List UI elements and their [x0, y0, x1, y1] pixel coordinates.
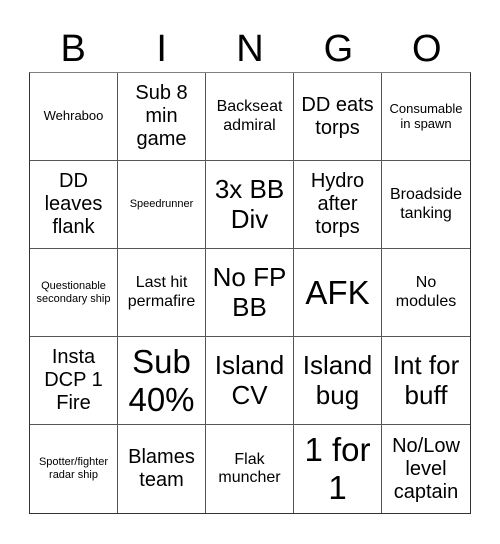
bingo-cell-label: Wehraboo — [43, 108, 104, 124]
bingo-cell-label: Hydro after torps — [310, 170, 365, 238]
bingo-cell[interactable]: Island CV — [206, 337, 294, 425]
bingo-cell-label: No FP BB — [212, 261, 287, 322]
bingo-cell-label: Backseat admiral — [216, 98, 283, 134]
bingo-cell[interactable]: Last hit permafire — [118, 249, 206, 337]
bingo-cell-label: 1 for 1 — [304, 431, 371, 506]
bingo-cell-label: AFK — [305, 273, 370, 311]
bingo-cell[interactable]: Broadside tanking — [382, 161, 470, 249]
bingo-cell[interactable]: Spotter/fighter radar ship — [30, 425, 118, 513]
bingo-cell[interactable]: No FP BB — [206, 249, 294, 337]
bingo-cell[interactable]: Backseat admiral — [206, 73, 294, 161]
bingo-cell-label: Insta DCP 1 Fire — [44, 346, 103, 414]
bingo-cell-label: DD leaves flank — [44, 170, 103, 238]
bingo-cell-label: No/Low level captain — [392, 434, 460, 503]
bingo-cell-label: Blames team — [128, 446, 195, 491]
bingo-cell-label: Consumable in spawn — [389, 100, 463, 131]
header-letter-i: I — [156, 28, 167, 70]
bingo-cell[interactable]: No modules — [382, 249, 470, 337]
bingo-cell[interactable]: DD eats torps — [294, 73, 382, 161]
bingo-cell-label: No modules — [395, 274, 457, 310]
bingo-cell[interactable]: Island bug — [294, 337, 382, 425]
bingo-cell-label: Int for buff — [392, 349, 460, 410]
bingo-cell[interactable]: Sub 8 min game — [118, 73, 206, 161]
bingo-cell-label: 3x BB Div — [214, 173, 285, 234]
bingo-cell-label: DD eats torps — [301, 93, 374, 139]
bingo-cell[interactable]: Questionable secondary ship — [30, 249, 118, 337]
bingo-cell[interactable]: Blames team — [118, 425, 206, 513]
bingo-cell-label: Questionable secondary ship — [36, 279, 111, 305]
bingo-cell-label: Island CV — [214, 349, 285, 410]
header-letter-o: O — [412, 28, 442, 70]
bingo-cell[interactable]: Wehraboo — [30, 73, 118, 161]
bingo-cell-label: Broadside tanking — [389, 186, 463, 222]
bingo-cell-label: Sub 40% — [128, 342, 195, 418]
bingo-cell-label: Island bug — [302, 349, 373, 410]
bingo-cell-label: Speedrunner — [129, 198, 194, 211]
bingo-grid: Wehraboo Sub 8 min game Backseat admiral DD… — [29, 72, 471, 514]
bingo-cell[interactable]: Sub 40% — [118, 337, 206, 425]
bingo-cell[interactable]: DD leaves flank — [30, 161, 118, 249]
bingo-cell[interactable]: No/Low level captain — [382, 425, 470, 513]
bingo-cell[interactable]: AFK — [294, 249, 382, 337]
bingo-cell[interactable]: Insta DCP 1 Fire — [30, 337, 118, 425]
header-letter-n: N — [236, 28, 264, 70]
header-letter-b: B — [60, 28, 86, 70]
bingo-cell[interactable]: Flak muncher — [206, 425, 294, 513]
bingo-cell-label: Sub 8 min game — [135, 82, 188, 150]
bingo-header: B I N G O — [29, 26, 471, 72]
bingo-cell[interactable]: Consumable in spawn — [382, 73, 470, 161]
header-letter-g: G — [323, 28, 354, 70]
bingo-cell-label: Last hit permafire — [127, 274, 196, 310]
bingo-cell[interactable]: Int for buff — [382, 337, 470, 425]
bingo-cell[interactable]: 3x BB Div — [206, 161, 294, 249]
bingo-cell[interactable]: 1 for 1 — [294, 425, 382, 513]
bingo-cell-label: Spotter/fighter radar ship — [38, 456, 109, 481]
bingo-cell[interactable]: Hydro after torps — [294, 161, 382, 249]
bingo-cell[interactable]: Speedrunner — [118, 161, 206, 249]
bingo-cell-label: Flak muncher — [218, 450, 281, 486]
